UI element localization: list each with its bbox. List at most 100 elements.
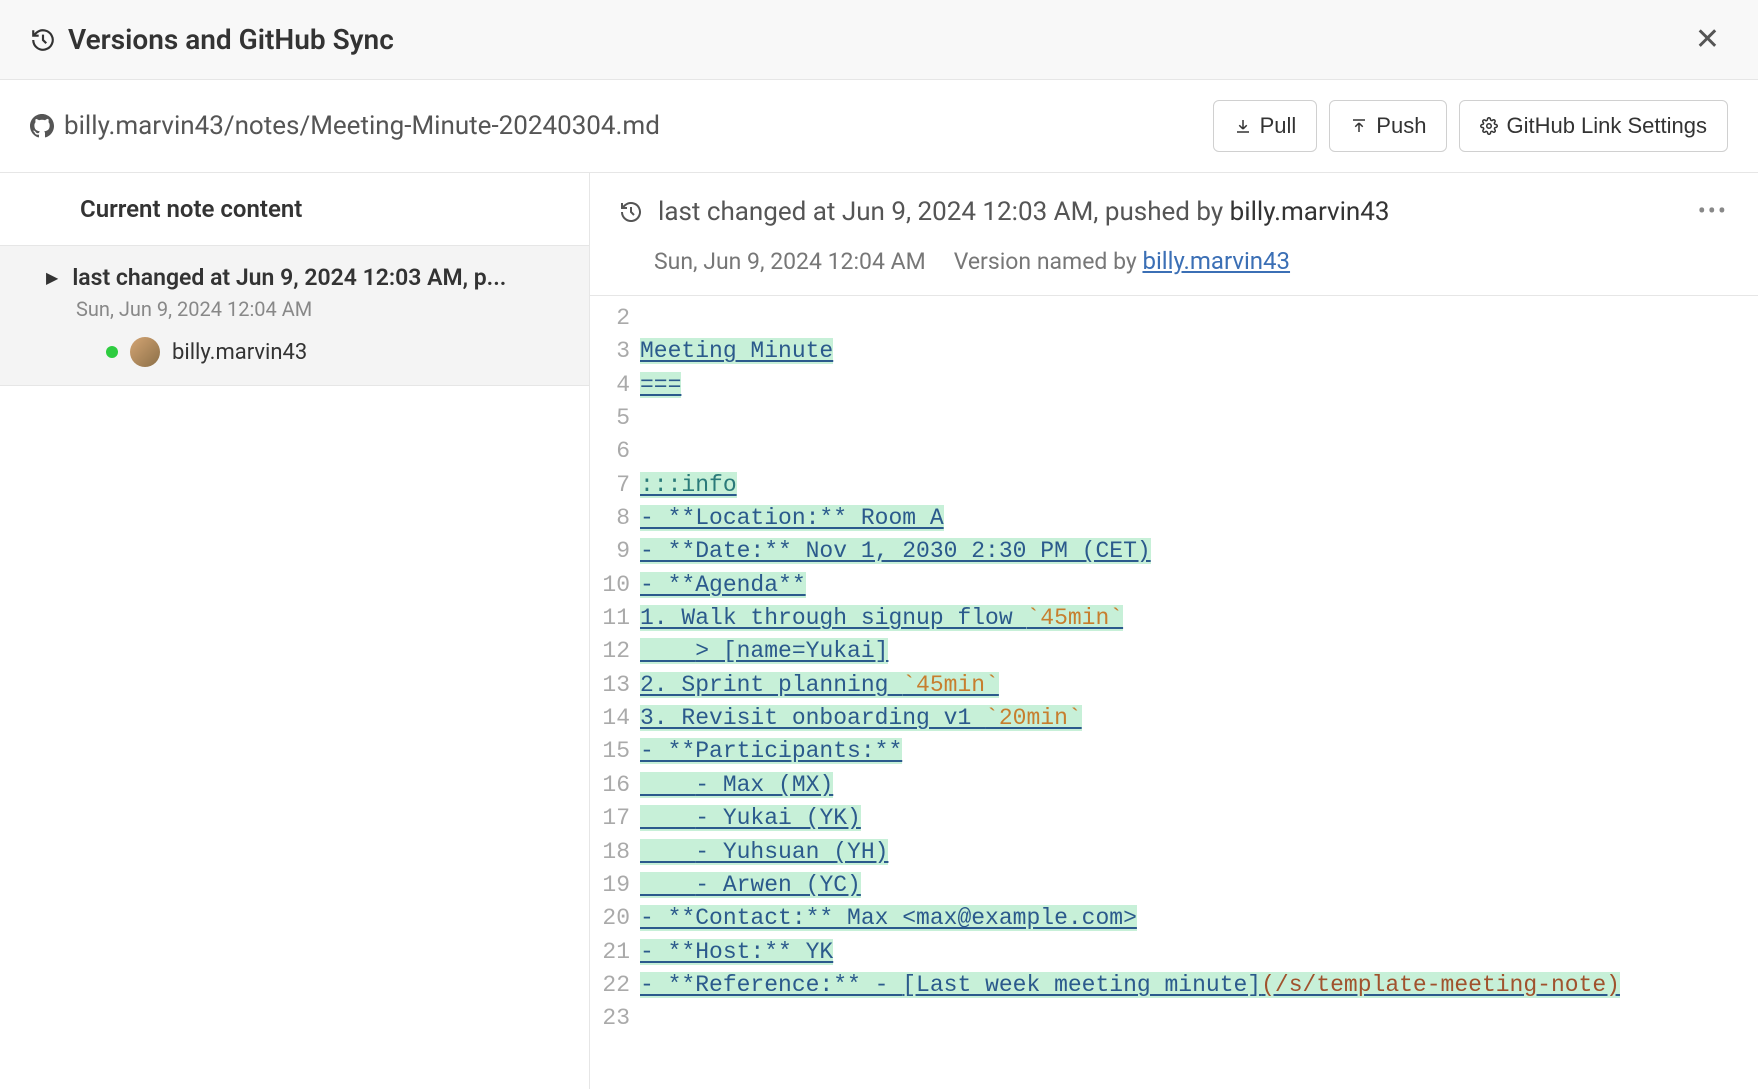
content-title-user[interactable]: billy.marvin43 xyxy=(1230,197,1390,227)
line-number: 2 xyxy=(590,302,640,335)
line-content: - Max (MX) xyxy=(640,769,1758,802)
line-number: 11 xyxy=(590,602,640,635)
line-content: 3. Revisit onboarding v1 `20min` xyxy=(640,702,1758,735)
code-line: 17 - Yukai (YK) xyxy=(590,802,1758,835)
line-content: - **Date:** Nov 1, 2030 2:30 PM (CET) xyxy=(640,535,1758,568)
code-line: 20- **Contact:** Max <max@example.com> xyxy=(590,902,1758,935)
named-by: Version named by billy.marvin43 xyxy=(954,247,1290,275)
code-line: 16 - Max (MX) xyxy=(590,769,1758,802)
pull-button[interactable]: Pull xyxy=(1213,100,1318,152)
line-number: 16 xyxy=(590,769,640,802)
line-number: 6 xyxy=(590,435,640,468)
content-date: Sun, Jun 9, 2024 12:04 AM xyxy=(654,248,926,275)
code-line: 111. Walk through signup flow `45min` xyxy=(590,602,1758,635)
line-content: - **Host:** YK xyxy=(640,936,1758,969)
line-content: 1. Walk through signup flow `45min` xyxy=(640,602,1758,635)
line-number: 15 xyxy=(590,735,640,768)
line-content: Meeting Minute xyxy=(640,335,1758,368)
code-line: 15- **Participants:** xyxy=(590,735,1758,768)
line-content: - **Contact:** Max <max@example.com> xyxy=(640,902,1758,935)
code-line: 4=== xyxy=(590,369,1758,402)
line-content: - Yuhsuan (YH) xyxy=(640,836,1758,869)
line-number: 17 xyxy=(590,802,640,835)
line-number: 7 xyxy=(590,469,640,502)
sidebar-header: Current note content xyxy=(0,173,589,246)
line-number: 12 xyxy=(590,635,640,668)
line-content: - Yukai (YK) xyxy=(640,802,1758,835)
line-number: 18 xyxy=(590,836,640,869)
named-by-label: Version named by xyxy=(954,248,1137,275)
upload-icon xyxy=(1350,117,1368,135)
code-line: 9- **Date:** Nov 1, 2030 2:30 PM (CET) xyxy=(590,535,1758,568)
avatar xyxy=(130,337,160,367)
line-number: 19 xyxy=(590,869,640,902)
content-title-prefix: last changed at Jun 9, 2024 12:03 AM, pu… xyxy=(658,197,1223,227)
history-icon xyxy=(618,199,644,225)
line-number: 4 xyxy=(590,369,640,402)
line-number: 13 xyxy=(590,669,640,702)
history-icon xyxy=(30,27,56,53)
code-line: 23 xyxy=(590,1002,1758,1035)
code-line: 10- **Agenda** xyxy=(590,569,1758,602)
code-line: 5 xyxy=(590,402,1758,435)
file-path: billy.marvin43/notes/Meeting-Minute-2024… xyxy=(64,111,660,141)
line-content: :::info xyxy=(640,469,1758,502)
line-number: 22 xyxy=(590,969,640,1002)
code-area[interactable]: 2 3Meeting Minute4===5 6 7:::info8- **Lo… xyxy=(590,296,1758,1036)
line-content: - **Reference:** - [Last week meeting mi… xyxy=(640,969,1758,1002)
code-line: 22- **Reference:** - [Last week meeting … xyxy=(590,969,1758,1002)
subheader: billy.marvin43/notes/Meeting-Minute-2024… xyxy=(0,80,1758,173)
code-line: 19 - Arwen (YC) xyxy=(590,869,1758,902)
main-region: Current note content ▶ last changed at J… xyxy=(0,173,1758,1089)
code-line: 18 - Yuhsuan (YH) xyxy=(590,836,1758,869)
gear-icon xyxy=(1480,117,1498,135)
content-subheader: Sun, Jun 9, 2024 12:04 AM Version named … xyxy=(590,239,1758,296)
line-content xyxy=(640,402,1758,435)
header: Versions and GitHub Sync ✕ xyxy=(0,0,1758,80)
push-button[interactable]: Push xyxy=(1329,100,1447,152)
version-date: Sun, Jun 9, 2024 12:04 AM xyxy=(76,297,559,321)
line-content: - **Participants:** xyxy=(640,735,1758,768)
code-line: 132. Sprint planning `45min` xyxy=(590,669,1758,702)
github-link-settings-button[interactable]: GitHub Link Settings xyxy=(1459,100,1728,152)
settings-label: GitHub Link Settings xyxy=(1506,113,1707,139)
line-number: 20 xyxy=(590,902,640,935)
content-header: last changed at Jun 9, 2024 12:03 AM, pu… xyxy=(590,173,1758,239)
code-line: 2 xyxy=(590,302,1758,335)
code-line: 8- **Location:** Room A xyxy=(590,502,1758,535)
code-line: 7:::info xyxy=(590,469,1758,502)
subheader-left: billy.marvin43/notes/Meeting-Minute-2024… xyxy=(30,111,660,141)
version-item[interactable]: ▶ last changed at Jun 9, 2024 12:03 AM, … xyxy=(0,246,589,386)
line-number: 10 xyxy=(590,569,640,602)
line-content: 2. Sprint planning `45min` xyxy=(640,669,1758,702)
line-content xyxy=(640,435,1758,468)
code-line: 6 xyxy=(590,435,1758,468)
sidebar: Current note content ▶ last changed at J… xyxy=(0,173,590,1089)
content-panel: last changed at Jun 9, 2024 12:03 AM, pu… xyxy=(590,173,1758,1089)
code-line: 3Meeting Minute xyxy=(590,335,1758,368)
version-top: ▶ last changed at Jun 9, 2024 12:03 AM, … xyxy=(46,264,559,291)
content-title: last changed at Jun 9, 2024 12:03 AM, pu… xyxy=(658,197,1390,227)
code-line: 12 > [name=Yukai] xyxy=(590,635,1758,668)
close-button[interactable]: ✕ xyxy=(1687,18,1728,61)
code-line: 143. Revisit onboarding v1 `20min` xyxy=(590,702,1758,735)
page-title: Versions and GitHub Sync xyxy=(68,23,394,56)
version-title: last changed at Jun 9, 2024 12:03 AM, p.… xyxy=(72,264,506,291)
line-number: 3 xyxy=(590,335,640,368)
code-line: 21- **Host:** YK xyxy=(590,936,1758,969)
line-content xyxy=(640,302,1758,335)
push-label: Push xyxy=(1376,113,1426,139)
line-number: 5 xyxy=(590,402,640,435)
named-by-link[interactable]: billy.marvin43 xyxy=(1142,247,1290,275)
line-content: === xyxy=(640,369,1758,402)
chevron-right-icon[interactable]: ▶ xyxy=(46,268,58,287)
github-icon xyxy=(30,114,54,138)
header-left: Versions and GitHub Sync xyxy=(30,23,394,56)
line-number: 9 xyxy=(590,535,640,568)
line-number: 21 xyxy=(590,936,640,969)
author-name: billy.marvin43 xyxy=(172,340,307,365)
line-number: 14 xyxy=(590,702,640,735)
content-header-left: last changed at Jun 9, 2024 12:03 AM, pu… xyxy=(618,197,1390,227)
line-content: > [name=Yukai] xyxy=(640,635,1758,668)
more-icon[interactable]: ••• xyxy=(1698,197,1728,225)
